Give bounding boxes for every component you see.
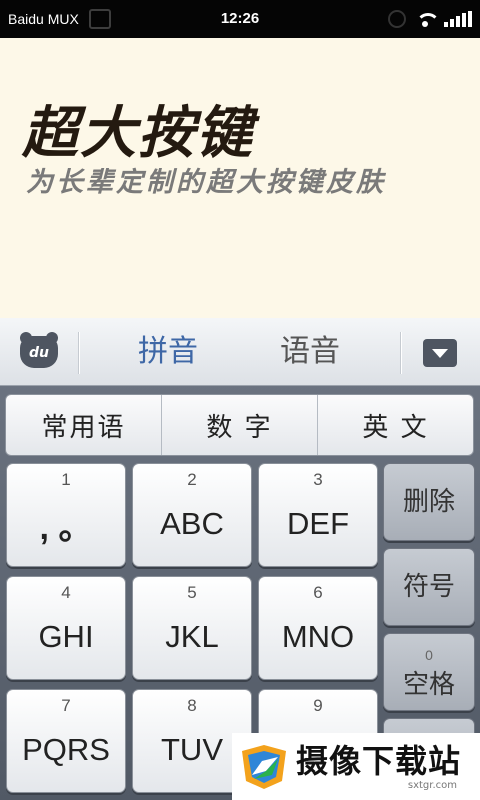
key-7[interactable]: 7 PQRS (6, 689, 126, 793)
mode-english-button[interactable]: 英 文 (318, 395, 473, 455)
key-4[interactable]: 4 GHI (6, 576, 126, 680)
tab-pinyin[interactable]: 拼音 (138, 332, 198, 372)
key-5[interactable]: 5 JKL (132, 576, 252, 680)
space-button[interactable]: 0 空格 (383, 633, 475, 711)
key-number: 7 (61, 696, 71, 715)
key-2[interactable]: 2 ABC (132, 463, 252, 567)
key-letters: DEF (287, 506, 349, 541)
skin-preview-banner: 超大按键 为长辈定制的超大按键皮肤 (0, 38, 480, 318)
key-number: 4 (61, 583, 71, 602)
key-number: 2 (187, 470, 197, 489)
key-number: 3 (313, 470, 323, 489)
space-number: 0 (425, 647, 433, 663)
key-number: 5 (187, 583, 197, 602)
key-1[interactable]: 1 , 。 (6, 463, 126, 567)
mode-numbers-button[interactable]: 数 字 (162, 395, 318, 455)
baidu-logo-button[interactable]: du (20, 332, 58, 368)
watermark-name: 摄像下载站 (296, 742, 462, 780)
space-label: 空格 (402, 670, 455, 700)
key-3[interactable]: 3 DEF (258, 463, 378, 567)
watermark-url: sxtgr.com (407, 780, 458, 791)
collapse-keyboard-icon[interactable] (423, 339, 457, 367)
key-letters: JKL (165, 619, 219, 654)
key-number: 8 (187, 696, 197, 715)
site-watermark: 摄像下载站 sxtgr.com (232, 733, 480, 800)
keyboard: du 拼音 语音 常用语 数 字 英 文 1 , 。 2 ABC 3 DEF 4… (0, 318, 480, 800)
wifi-icon (414, 11, 440, 27)
signal-icon (444, 11, 472, 27)
key-letters: PQRS (22, 732, 110, 767)
key-number: 9 (313, 696, 323, 715)
mode-row: 常用语 数 字 英 文 (5, 394, 474, 456)
key-letters: ABC (160, 506, 224, 541)
banner-title: 超大按键 (22, 100, 254, 166)
watermark-logo (242, 744, 286, 789)
alarm-icon (388, 10, 406, 28)
mode-common-phrases-button[interactable]: 常用语 (6, 395, 162, 455)
delete-button[interactable]: 删除 (383, 463, 475, 541)
divider (78, 332, 80, 374)
candidate-bar: du 拼音 语音 (0, 318, 480, 386)
tab-voice[interactable]: 语音 (280, 332, 340, 372)
key-number: 1 (61, 470, 71, 489)
key-letters: , 。 (39, 509, 93, 547)
key-letters: GHI (38, 619, 94, 654)
key-letters: MNO (281, 619, 355, 654)
status-bar: Baidu MUX 12:26 (0, 0, 480, 38)
divider (400, 332, 402, 374)
banner-subtitle: 为长辈定制的超大按键皮肤 (26, 167, 386, 198)
key-6[interactable]: 6 MNO (258, 576, 378, 680)
symbol-button[interactable]: 符号 (383, 548, 475, 626)
key-number: 6 (313, 583, 323, 602)
